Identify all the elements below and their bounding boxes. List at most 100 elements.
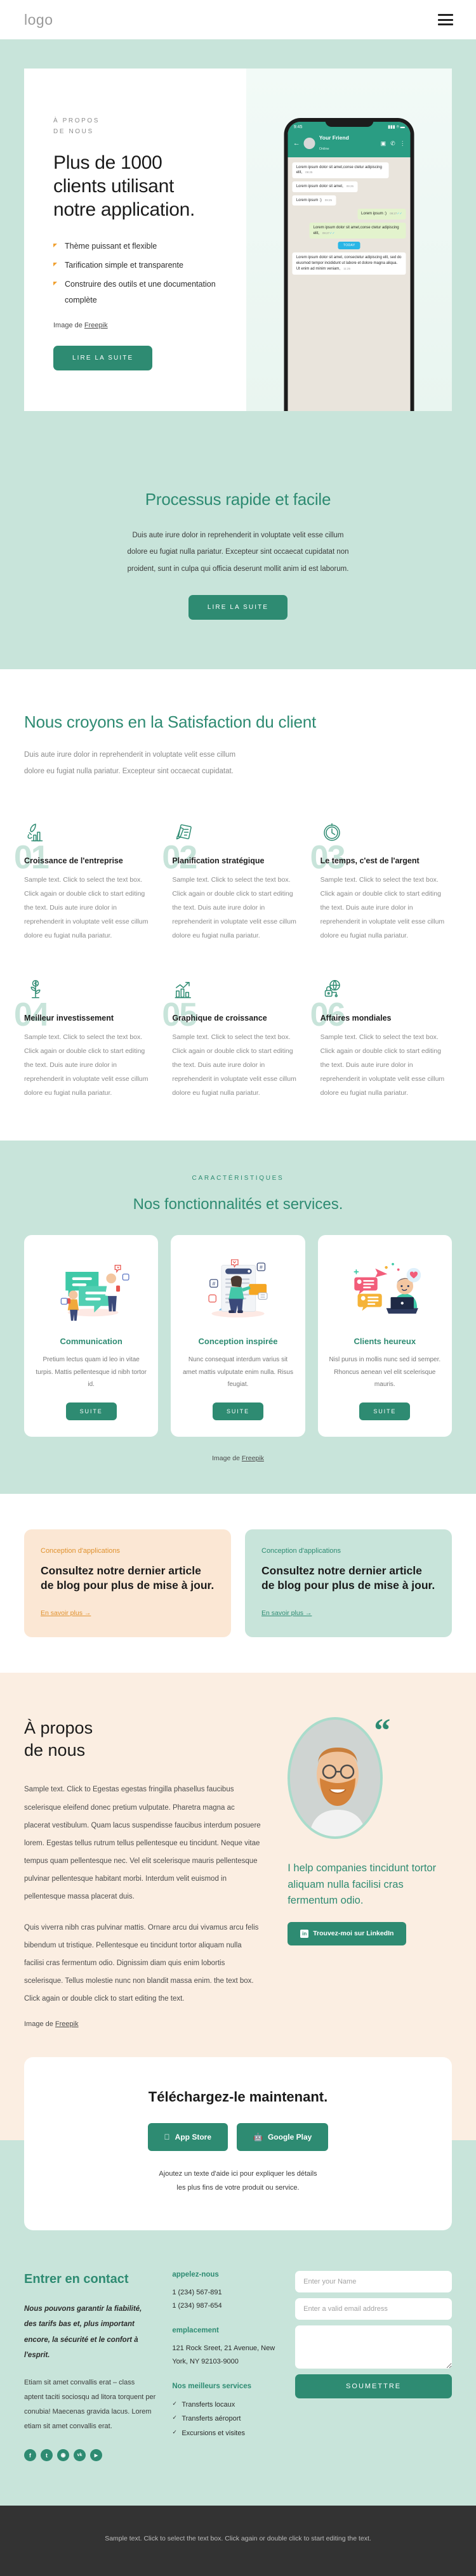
google-play-button[interactable]: 🤖 Google Play <box>237 2123 329 2152</box>
hero-bullet-label: Thème puissant et flexible <box>65 241 157 251</box>
phone-call-icon[interactable]: ✆ <box>390 140 395 147</box>
read-receipt-icon: ✓✓ <box>397 212 402 216</box>
service-title: Conception inspirée <box>198 1337 278 1347</box>
blog-title: Consultez notre dernier article de blog … <box>41 1564 215 1592</box>
happy-customer-illustration <box>328 1250 442 1326</box>
blog-card[interactable]: Conception d'applications Consultez notr… <box>245 1529 452 1638</box>
chat-time: 09:25 <box>346 185 354 188</box>
about-paragraph-1: Sample text. Click to Egestas egestas fr… <box>24 1786 261 1901</box>
feature-title: Affaires mondiales <box>320 1013 392 1023</box>
linkedin-button[interactable]: in Trouvez-moi sur LinkedIn <box>288 1921 407 1945</box>
chat-time: 09:25 <box>324 198 332 202</box>
svg-text:#: # <box>260 1264 263 1271</box>
site-header: logo <box>0 0 476 39</box>
quote-mark-icon: “ <box>374 1713 391 1749</box>
design-board-illustration: # # <box>181 1250 294 1326</box>
phone-number[interactable]: 1 (234) 987-654 <box>172 2299 279 2313</box>
process-cta-button[interactable]: LIRE LA SUITE <box>188 595 288 620</box>
freepik-link[interactable]: Freepik <box>242 1455 264 1462</box>
triangle-bullet-icon <box>53 282 57 286</box>
twitter-icon[interactable]: t <box>41 2449 53 2462</box>
list-item: Construire des outils et une documentati… <box>53 277 217 308</box>
blog-title: Consultez notre dernier article de blog … <box>261 1564 435 1592</box>
phone-time: 9:45 <box>293 125 303 129</box>
blog-readmore-link[interactable]: En savoir plus → <box>261 1609 312 1617</box>
feature-card: 04 Meilleur investissement Sample text. … <box>14 971 155 1100</box>
believe-subtitle: Duis aute irure dolor in reprehenderit i… <box>24 750 236 775</box>
feature-body: Sample text. Click to select the text bo… <box>24 1033 149 1097</box>
service-cta-button[interactable]: SUITE <box>65 1402 117 1420</box>
feature-title: Le temps, c'est de l'argent <box>320 856 420 865</box>
phone-numbers: 1 (234) 567-891 1 (234) 987-654 <box>172 2286 279 2313</box>
youtube-icon[interactable]: ▶ <box>90 2449 102 2462</box>
services-kicker: CARACTÉRISTIQUES <box>192 1175 284 1182</box>
service-cta-button[interactable]: SUITE <box>359 1402 411 1420</box>
service-body: Pretium lectus quam id leo in vitae turp… <box>36 1356 147 1389</box>
feature-title: Meilleur investissement <box>24 1013 114 1023</box>
social-links: f t ◉ vk ▶ <box>24 2449 155 2462</box>
contact-details-column: appelez-nous 1 (234) 567-891 1 (234) 987… <box>172 2271 279 2461</box>
linkedin-button-label: Trouvez-moi sur LinkedIn <box>313 1930 394 1938</box>
email-input[interactable] <box>295 2298 452 2320</box>
logo[interactable]: logo <box>24 11 53 29</box>
credit-prefix: Image de <box>53 322 84 330</box>
triangle-bullet-icon <box>53 243 57 247</box>
phone-number[interactable]: 1 (234) 567-891 <box>172 2286 279 2299</box>
chat-bubble: Lorem ipsum dolor sit amet,conse ctetur … <box>292 162 389 178</box>
hero-bullet-label: Tarification simple et transparente <box>65 260 183 270</box>
feature-card: 01 Croissance de l'entreprise Sample tex… <box>14 813 155 943</box>
download-title: Téléchargez-le maintenant. <box>148 2089 328 2105</box>
process-title: Processus rapide et facile <box>145 490 331 509</box>
facebook-icon[interactable]: f <box>24 2449 36 2462</box>
blog-card[interactable]: Conception d'applications Consultez notr… <box>24 1529 231 1638</box>
phone-signal-icons: ▮▮▮ ⌾ ▬ <box>388 125 405 129</box>
hero-eyebrow: À PROPOS DE NOUS <box>53 116 217 137</box>
chat-contact-status: Online <box>319 147 329 151</box>
freepik-link[interactable]: Freepik <box>55 2020 79 2028</box>
phone-screen: 9:45 ▮▮▮ ⌾ ▬ ← Your Friend Online ▣ ✆ ⋮ … <box>288 122 411 411</box>
feature-title: Croissance de l'entreprise <box>24 856 123 865</box>
more-options-icon[interactable]: ⋮ <box>400 140 406 147</box>
back-arrow-icon[interactable]: ← <box>293 140 300 147</box>
services-grid: Communication Pretium lectus quam id leo… <box>24 1235 452 1437</box>
hero-content: À PROPOS DE NOUS Plus de 1000 clients ut… <box>24 69 247 411</box>
triangle-bullet-icon <box>53 262 57 266</box>
location-heading: emplacement <box>172 2327 219 2335</box>
service-card: Clients heureux Nisl purus in mollis nun… <box>317 1235 452 1437</box>
believe-title: Nous croyons en la Satisfaction du clien… <box>24 712 317 732</box>
feature-card: 03 Le temps, c'est de l'argent Sample te… <box>310 813 452 943</box>
instagram-icon[interactable]: ◉ <box>57 2449 69 2462</box>
name-input[interactable] <box>295 2271 452 2293</box>
blog-category: Conception d'applications <box>41 1546 121 1555</box>
video-call-icon[interactable]: ▣ <box>381 140 387 147</box>
app-store-button[interactable]:  App Store <box>147 2123 228 2152</box>
chat-bubble: Lorem ipsum dolor sit amet, consectetur … <box>292 252 406 275</box>
read-receipt-icon: ✓✓ <box>329 231 335 235</box>
blog-readmore-link[interactable]: En savoir plus → <box>41 1609 91 1617</box>
address: 121 Rock Sreet, 21 Avenue, New York, NY … <box>172 2344 275 2365</box>
hamburger-menu-icon[interactable] <box>438 14 453 25</box>
service-cta-button[interactable]: SUITE <box>212 1402 263 1420</box>
phone-mockup: 9:45 ▮▮▮ ⌾ ▬ ← Your Friend Online ▣ ✆ ⋮ … <box>284 118 414 411</box>
chat-bubble: Lorem ipsum :) 09:25 <box>292 195 336 206</box>
chat-messages: Lorem ipsum dolor sit amet,conse ctetur … <box>288 157 411 280</box>
download-note: Ajoutez un texte d'aide ici pour expliqu… <box>159 2170 317 2192</box>
about-title: À propos de nous <box>24 1717 262 1762</box>
chat-text: Lorem ipsum :) <box>296 198 322 202</box>
about-quote-text: I help companies tincidunt tortor aliqua… <box>288 1862 437 1907</box>
contact-intro-column: Entrer en contact Nous pouvons garantir … <box>24 2271 155 2462</box>
services-heading: Nos meilleurs services <box>172 2382 251 2390</box>
freepik-link[interactable]: Freepik <box>84 322 108 329</box>
about-title-line1: À propos <box>24 1718 93 1738</box>
site-footer: Sample text. Click to select the text bo… <box>0 2506 476 2576</box>
about-image-credit: Image de Freepik <box>24 2020 262 2028</box>
submit-button[interactable]: SOUMETTRE <box>295 2374 452 2399</box>
message-textarea[interactable] <box>295 2325 452 2369</box>
vk-icon[interactable]: vk <box>74 2449 86 2462</box>
app-store-label: App Store <box>172 2133 211 2142</box>
feature-body: Sample text. Click to select the text bo… <box>320 1033 445 1097</box>
hero-eyebrow-line1: À PROPOS <box>53 117 100 124</box>
service-body: Nunc consequat interdum varius sit amet … <box>183 1356 293 1389</box>
hero-cta-button[interactable]: LIRE LA SUITE <box>53 346 153 371</box>
process-section: Processus rapide et facile Duis aute iru… <box>0 449 476 670</box>
